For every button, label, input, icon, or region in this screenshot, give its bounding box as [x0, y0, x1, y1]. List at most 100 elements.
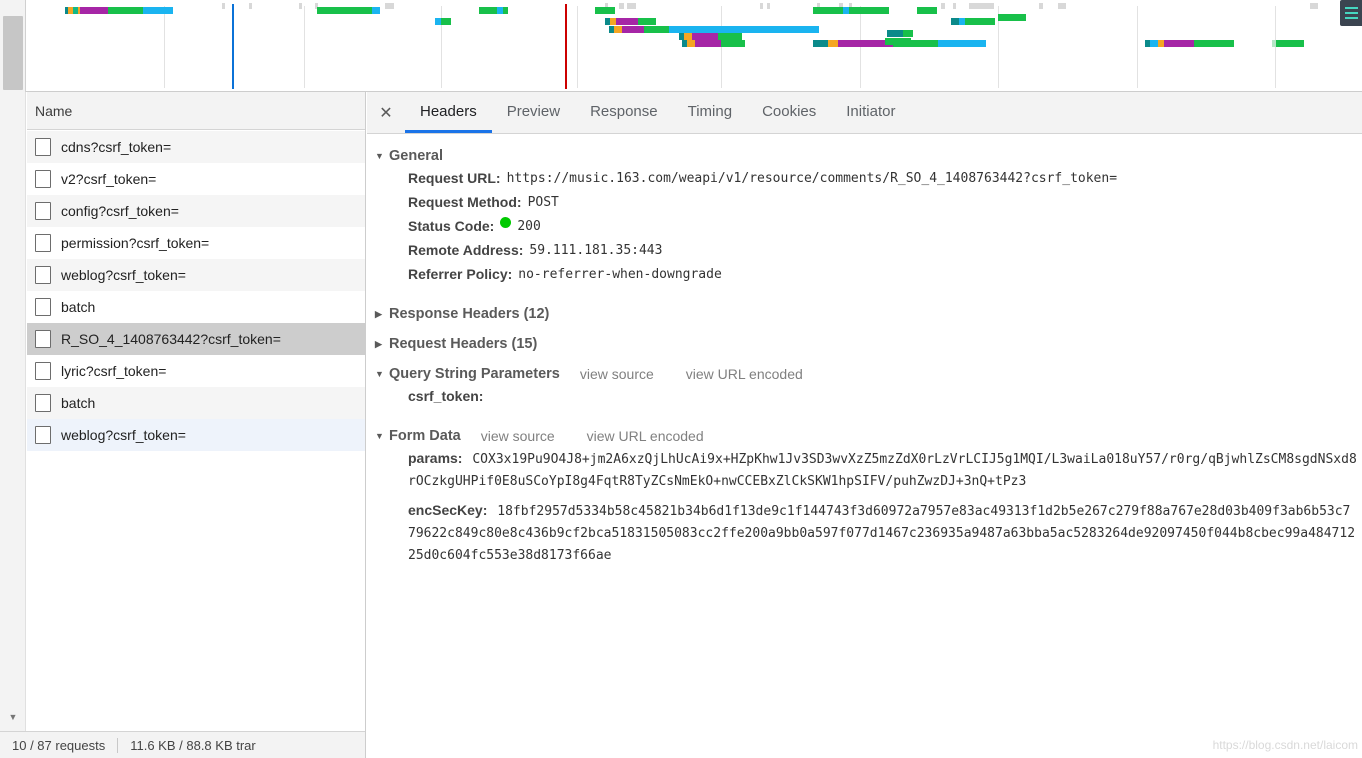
tab-label: Initiator: [846, 102, 896, 120]
request-list-item[interactable]: lyric?csrf_token=: [27, 355, 365, 387]
overview-bar-segment: [813, 7, 843, 14]
overview-time-divider: [304, 6, 305, 88]
column-header-name[interactable]: Name: [27, 92, 365, 130]
overview-bar-segment: [998, 14, 1026, 21]
overview-time-divider: [577, 6, 578, 88]
chevron-down-icon: ▼: [375, 151, 384, 161]
request-list-item[interactable]: config?csrf_token=: [27, 195, 365, 227]
overview-request-bar: [679, 33, 742, 40]
overview-bar-segment: [614, 26, 622, 33]
request-list-item[interactable]: v2?csrf_token=: [27, 163, 365, 195]
overview-request-bar: [1145, 40, 1234, 47]
overview-bar-segment: [595, 7, 615, 14]
overview-bar-segment: [1276, 40, 1304, 47]
overview-tick-mark: [1058, 3, 1066, 9]
request-list-item[interactable]: weblog?csrf_token=: [27, 259, 365, 291]
overview-scrollbar-thumb[interactable]: [3, 16, 23, 90]
overview-bar-segment: [917, 7, 937, 14]
query-view-source-link[interactable]: view source: [580, 366, 654, 382]
document-icon: [35, 170, 51, 188]
overview-tick-mark: [767, 3, 770, 9]
document-icon: [35, 298, 51, 316]
tab-initiator[interactable]: Initiator: [831, 92, 910, 133]
section-general-title: General: [389, 148, 443, 164]
section-query-string-header[interactable]: ▼ Query String Parameters view source vi…: [375, 366, 1362, 382]
overview-bar-segment: [692, 33, 718, 40]
form-data-actions: view source view URL encoded: [481, 428, 736, 444]
overview-bar-segment: [143, 7, 173, 14]
overview-bar-segment: [503, 7, 508, 14]
request-list-item[interactable]: batch: [27, 291, 365, 323]
overview-bar-segment: [616, 18, 638, 25]
document-icon: [35, 266, 51, 284]
field-encseckey-value[interactable]: 18fbf2957d5334b58c45821b34b6d1f13de9c1f1…: [408, 504, 1355, 563]
chevron-down-icon: ▼: [375, 431, 384, 441]
request-list[interactable]: cdns?csrf_token= v2?csrf_token= config?csr…: [27, 131, 365, 731]
tab-label: Preview: [506, 102, 561, 120]
overview-tick-mark: [941, 3, 945, 9]
request-name-label: permission?csrf_token=: [61, 235, 210, 251]
tab-preview[interactable]: Preview: [492, 92, 575, 133]
request-name-label: lyric?csrf_token=: [61, 363, 167, 379]
requests-scrollbar[interactable]: ▼: [0, 92, 26, 758]
devtools-network-panel: ▼ Name cdns?csrf_token= v2?csrf_token= con…: [0, 0, 1362, 758]
chevron-right-icon: ▶: [375, 308, 382, 319]
tab-headers[interactable]: Headers: [405, 92, 492, 133]
overview-bar-segment: [813, 40, 828, 47]
overview-request-bar: [1272, 40, 1304, 47]
request-list-item[interactable]: R_SO_4_1408763442?csrf_token=: [27, 323, 365, 355]
request-list-item[interactable]: permission?csrf_token=: [27, 227, 365, 259]
request-list-item[interactable]: batch: [27, 387, 365, 419]
request-name-label: weblog?csrf_token=: [61, 267, 186, 283]
overview-request-bar: [317, 7, 380, 14]
document-icon: [35, 426, 51, 444]
overview-tick-mark: [299, 3, 302, 9]
network-overview-timeline[interactable]: [0, 0, 1362, 92]
overview-waterfall-canvas[interactable]: [27, 0, 1362, 92]
query-string-actions: view source view URL encoded: [580, 366, 835, 382]
devtools-corner-widget[interactable]: [1340, 0, 1362, 26]
overview-bar-segment: [317, 7, 372, 14]
overview-tick-mark: [760, 3, 763, 9]
requests-pane: ▼ Name cdns?csrf_token= v2?csrf_token= con…: [0, 92, 366, 758]
overview-time-divider: [721, 6, 722, 88]
overview-bar-segment: [965, 18, 995, 25]
overview-request-bar: [609, 26, 819, 33]
tab-cookies[interactable]: Cookies: [747, 92, 831, 133]
tab-response[interactable]: Response: [575, 92, 673, 133]
form-view-url-encoded-link[interactable]: view URL encoded: [587, 428, 704, 444]
overview-event-marker: [232, 4, 234, 89]
section-response-headers-header[interactable]: ▶ Response Headers (12): [375, 306, 1362, 322]
tab-label: Timing: [687, 102, 733, 120]
section-form-data-header[interactable]: ▼ Form Data view source view URL encoded: [375, 428, 1362, 444]
field-params-value[interactable]: COX3x19Pu9O4J8+jm2A6xzQjLhUcAi9x+HZpKhw1…: [408, 452, 1357, 489]
overview-tick-mark: [969, 3, 994, 9]
query-view-url-encoded-link[interactable]: view URL encoded: [686, 366, 803, 382]
overview-tick-mark: [1310, 3, 1318, 9]
field-csrf-token: csrf_token:: [375, 386, 1362, 407]
request-list-item[interactable]: cdns?csrf_token=: [27, 131, 365, 163]
overview-request-bar: [479, 7, 508, 14]
chevron-right-icon: ▶: [375, 338, 382, 349]
overview-tick-mark: [627, 3, 636, 9]
close-icon[interactable]: ✕: [367, 92, 405, 133]
tab-timing[interactable]: Timing: [673, 92, 747, 133]
field-request-url-value[interactable]: https://music.163.com/weapi/v1/resource/…: [507, 168, 1117, 189]
request-name-label: R_SO_4_1408763442?csrf_token=: [61, 331, 281, 347]
watermark-text: https://blog.csdn.net/laicom: [1212, 738, 1358, 752]
overview-bar-segment: [669, 26, 819, 33]
overview-time-divider: [1137, 6, 1138, 88]
request-name-label: cdns?csrf_token=: [61, 139, 172, 155]
overview-tick-mark: [619, 3, 624, 9]
form-view-source-link[interactable]: view source: [481, 428, 555, 444]
scroll-down-icon[interactable]: ▼: [0, 706, 26, 728]
status-ok-icon: [500, 217, 512, 228]
section-general-header[interactable]: ▼ General: [375, 148, 1362, 164]
overview-request-bar: [813, 7, 889, 14]
network-status-bar: 10 / 87 requests 11.6 KB / 88.8 KB trar: [0, 731, 365, 758]
overview-time-divider: [164, 6, 165, 88]
request-list-item[interactable]: weblog?csrf_token=: [27, 419, 365, 451]
section-request-headers-header[interactable]: ▶ Request Headers (15): [375, 336, 1362, 352]
overview-tick-mark: [1039, 3, 1043, 9]
field-params: params: COX3x19Pu9O4J8+jm2A6xzQjLhUcAi9x…: [375, 448, 1362, 492]
